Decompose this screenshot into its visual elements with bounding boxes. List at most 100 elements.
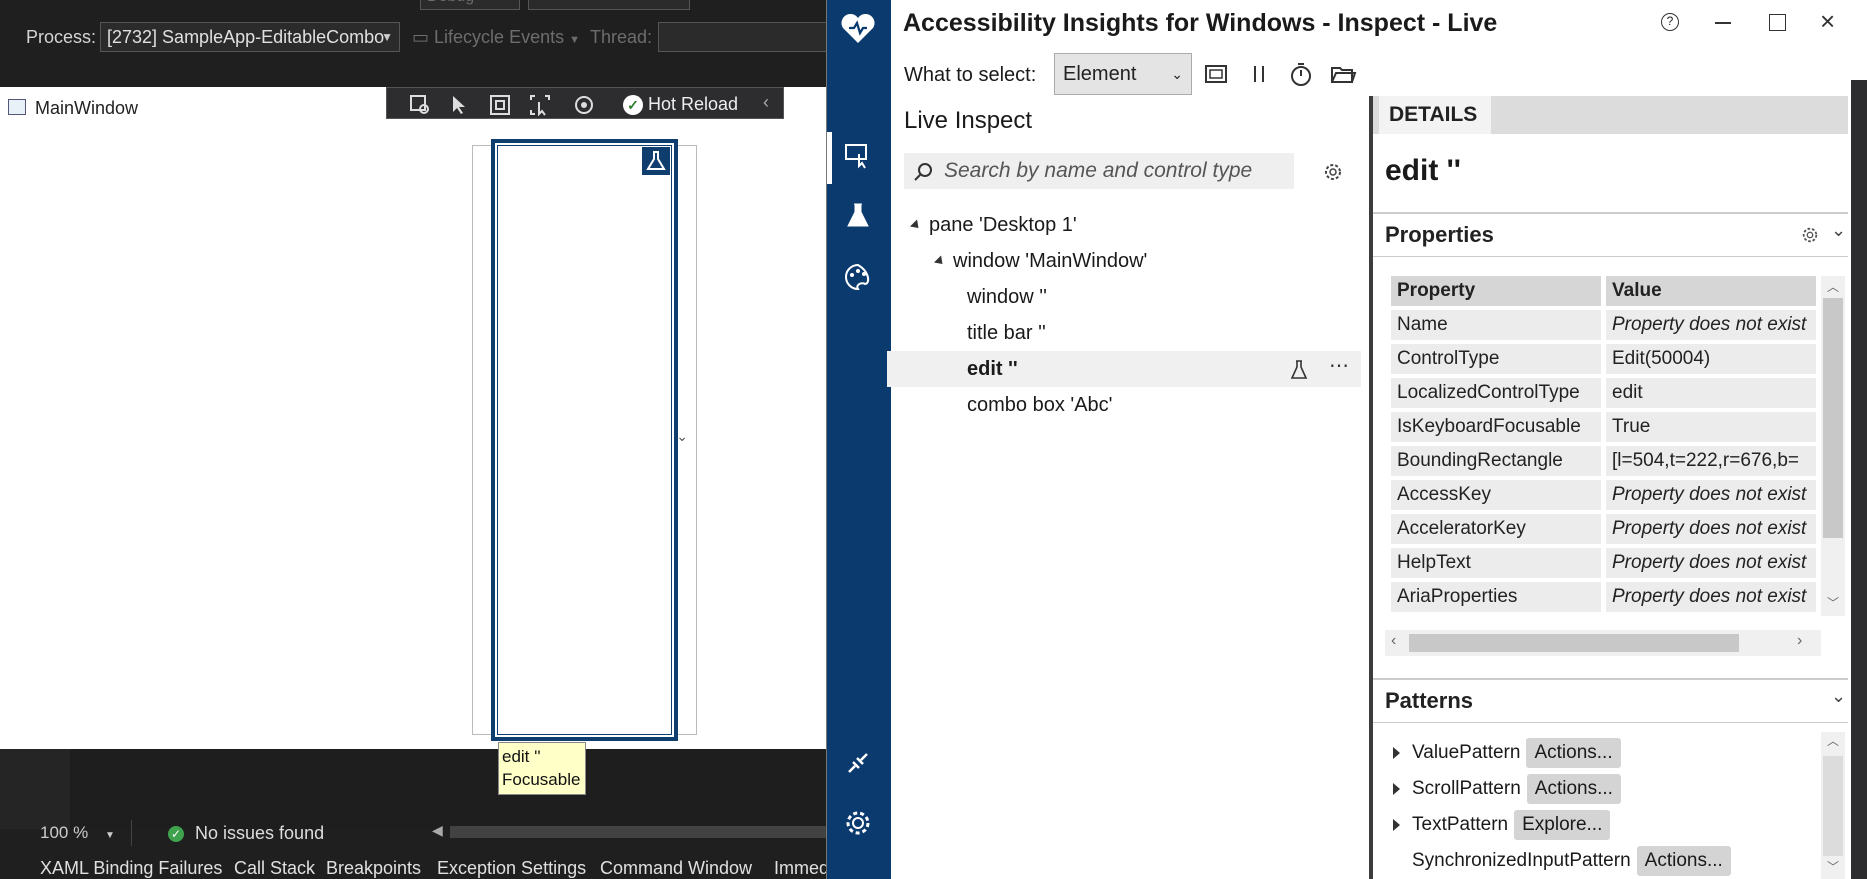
pattern-row-value[interactable]: ValuePattern Actions...	[1393, 736, 1621, 770]
property-row-acceleratorkey[interactable]: AcceleratorKey Property does not exist	[1391, 514, 1821, 546]
properties-settings-gear-icon[interactable]	[1801, 226, 1819, 244]
scroll-thumb[interactable]	[1823, 298, 1843, 538]
tree-settings-gear-icon[interactable]	[1323, 162, 1343, 182]
layout-adorner-icon[interactable]	[489, 94, 511, 116]
tab-command-window[interactable]: Command Window	[600, 858, 752, 879]
lifecycle-events-button[interactable]: ▭ Lifecycle Events ▼	[412, 27, 580, 48]
timer-icon[interactable]	[1287, 60, 1315, 88]
tree-item-label: edit ''	[967, 358, 1018, 380]
value-pattern-actions-button[interactable]: Actions...	[1526, 738, 1621, 768]
hot-reload-button[interactable]: ✓ Hot Reload	[623, 91, 738, 117]
tab-xaml-binding-failures[interactable]: XAML Binding Failures	[40, 858, 222, 879]
minimize-button[interactable]	[1715, 22, 1731, 24]
scroll-down-arrow[interactable]: ﹀	[1827, 594, 1839, 611]
pattern-name: ScrollPattern	[1412, 778, 1521, 799]
process-value: [2732] SampleApp-EditableCombo	[107, 27, 385, 47]
zoom-combo[interactable]: 100 % ▼	[40, 820, 132, 846]
tab-immediate[interactable]: Immed	[774, 858, 829, 879]
tree-item-label: combo box 'Abc'	[967, 394, 1113, 416]
tree-item-window-mainwindow[interactable]: window 'MainWindow'	[895, 243, 1335, 279]
open-folder-icon[interactable]	[1329, 60, 1357, 88]
close-button[interactable]: ×	[1820, 6, 1835, 37]
maximize-button[interactable]	[1769, 14, 1786, 31]
connection-icon[interactable]	[843, 748, 873, 778]
synchronized-input-actions-button[interactable]: Actions...	[1636, 846, 1731, 876]
cursor-select-icon[interactable]	[449, 94, 471, 116]
collapse-toolbar-icon[interactable]: ‹	[763, 92, 769, 113]
inspect-icon[interactable]	[843, 140, 873, 170]
scroll-thumb[interactable]	[1823, 756, 1843, 856]
color-contrast-icon[interactable]	[843, 262, 873, 292]
select-mode-value: Element	[1063, 63, 1137, 85]
property-row-localizedcontroltype[interactable]: LocalizedControlType edit	[1391, 378, 1821, 410]
pattern-row-scroll[interactable]: ScrollPattern Actions...	[1393, 772, 1621, 806]
thread-combo[interactable]	[658, 22, 830, 52]
debug-config-combo[interactable]: Debug	[420, 0, 520, 10]
tab-exception-settings[interactable]: Exception Settings	[437, 858, 586, 879]
scroll-right-arrow[interactable]: ›	[1797, 632, 1802, 650]
pattern-row-text[interactable]: TextPattern Explore...	[1393, 808, 1611, 842]
patterns-vertical-scrollbar[interactable]: ︿ ﹀	[1821, 732, 1845, 879]
tree-item-combo-box[interactable]: combo box 'Abc'	[895, 387, 1335, 423]
property-row-accesskey[interactable]: AccessKey Property does not exist	[1391, 480, 1821, 512]
expand-triangle-icon	[909, 219, 923, 232]
highlighted-edit-element[interactable]	[491, 139, 678, 741]
properties-title[interactable]: Properties	[1385, 222, 1494, 248]
tree-item-label: title bar ''	[967, 322, 1046, 344]
process-combo[interactable]: [2732] SampleApp-EditableCombo ▼	[100, 22, 400, 52]
more-options-icon[interactable]: ⋯	[1329, 348, 1349, 384]
pattern-name: SynchronizedInputPattern	[1412, 850, 1631, 871]
platform-combo[interactable]	[528, 0, 690, 10]
tree-item-title-bar[interactable]: title bar ''	[895, 315, 1335, 351]
property-row-ariaproperties[interactable]: AriaProperties Property does not exist	[1391, 582, 1821, 614]
track-focus-icon[interactable]	[529, 94, 551, 116]
details-tab[interactable]: DETAILS	[1379, 96, 1491, 134]
text-pattern-explore-button[interactable]: Explore...	[1514, 810, 1611, 840]
scroll-pattern-actions-button[interactable]: Actions...	[1526, 774, 1621, 804]
chevron-down-icon[interactable]: ⌄	[1831, 220, 1846, 241]
property-key: IsKeyboardFocusable	[1391, 412, 1601, 442]
tree-item-pane-desktop[interactable]: pane 'Desktop 1'	[895, 207, 1335, 243]
scroll-down-arrow[interactable]: ﹀	[1827, 858, 1839, 875]
property-column-header[interactable]: Property	[1391, 276, 1601, 306]
scroll-up-arrow[interactable]: ︿	[1827, 278, 1839, 295]
accessibility-check-icon[interactable]	[573, 94, 595, 116]
scroll-left-arrow[interactable]: ◀	[432, 822, 443, 839]
pattern-row-synchronizedinput[interactable]: SynchronizedInputPattern Actions...	[1412, 844, 1731, 878]
value-column-header[interactable]: Value	[1606, 276, 1816, 306]
patterns-title[interactable]: Patterns	[1385, 688, 1473, 714]
tree-search-box[interactable]: Search by name and control type	[904, 153, 1294, 189]
scroll-thumb[interactable]	[1409, 634, 1739, 652]
tab-call-stack[interactable]: Call Stack	[234, 858, 315, 879]
property-row-controltype[interactable]: ControlType Edit(50004)	[1391, 344, 1821, 376]
property-row-helptext[interactable]: HelpText Property does not exist	[1391, 548, 1821, 580]
scroll-left-arrow[interactable]: ‹	[1391, 632, 1396, 650]
test-flask-icon[interactable]	[1289, 359, 1309, 381]
issues-indicator[interactable]: ✓ No issues found	[168, 820, 324, 846]
properties-vertical-scrollbar[interactable]: ︿ ﹀	[1821, 276, 1845, 616]
test-flask-icon[interactable]	[843, 200, 873, 230]
pause-icon[interactable]	[1245, 60, 1273, 88]
property-row-boundingrectangle[interactable]: BoundingRectangle [l=504,t=222,r=676,b=	[1391, 446, 1821, 478]
flask-icon[interactable]	[642, 147, 670, 175]
window-title: MainWindow	[35, 98, 139, 118]
tree-item-edit-selected[interactable]: edit '' ⋯	[887, 351, 1361, 387]
properties-header-row: Property Value	[1391, 276, 1821, 308]
help-icon[interactable]: ?	[1661, 13, 1679, 31]
expand-triangle-icon[interactable]	[1393, 782, 1400, 795]
settings-gear-icon[interactable]	[843, 808, 873, 838]
expand-triangle-icon[interactable]	[1393, 818, 1400, 831]
property-row-iskeyboardfocusable[interactable]: IsKeyboardFocusable True	[1391, 412, 1821, 444]
vs-right-edge	[1851, 80, 1867, 879]
tree-item-window[interactable]: window ''	[895, 279, 1335, 315]
select-mode-combo[interactable]: Element ⌄	[1054, 53, 1192, 95]
scroll-up-arrow[interactable]: ︿	[1827, 732, 1839, 749]
highlighter-icon[interactable]	[1202, 60, 1230, 88]
tab-breakpoints[interactable]: Breakpoints	[326, 858, 421, 879]
properties-horizontal-scrollbar[interactable]: ‹ ›	[1385, 630, 1821, 656]
horizontal-scrollbar[interactable]	[450, 826, 830, 838]
property-row-name[interactable]: Name Property does not exist	[1391, 310, 1821, 342]
chevron-down-icon[interactable]: ⌄	[1831, 686, 1846, 707]
select-element-icon[interactable]	[409, 94, 431, 116]
expand-triangle-icon[interactable]	[1393, 746, 1400, 759]
